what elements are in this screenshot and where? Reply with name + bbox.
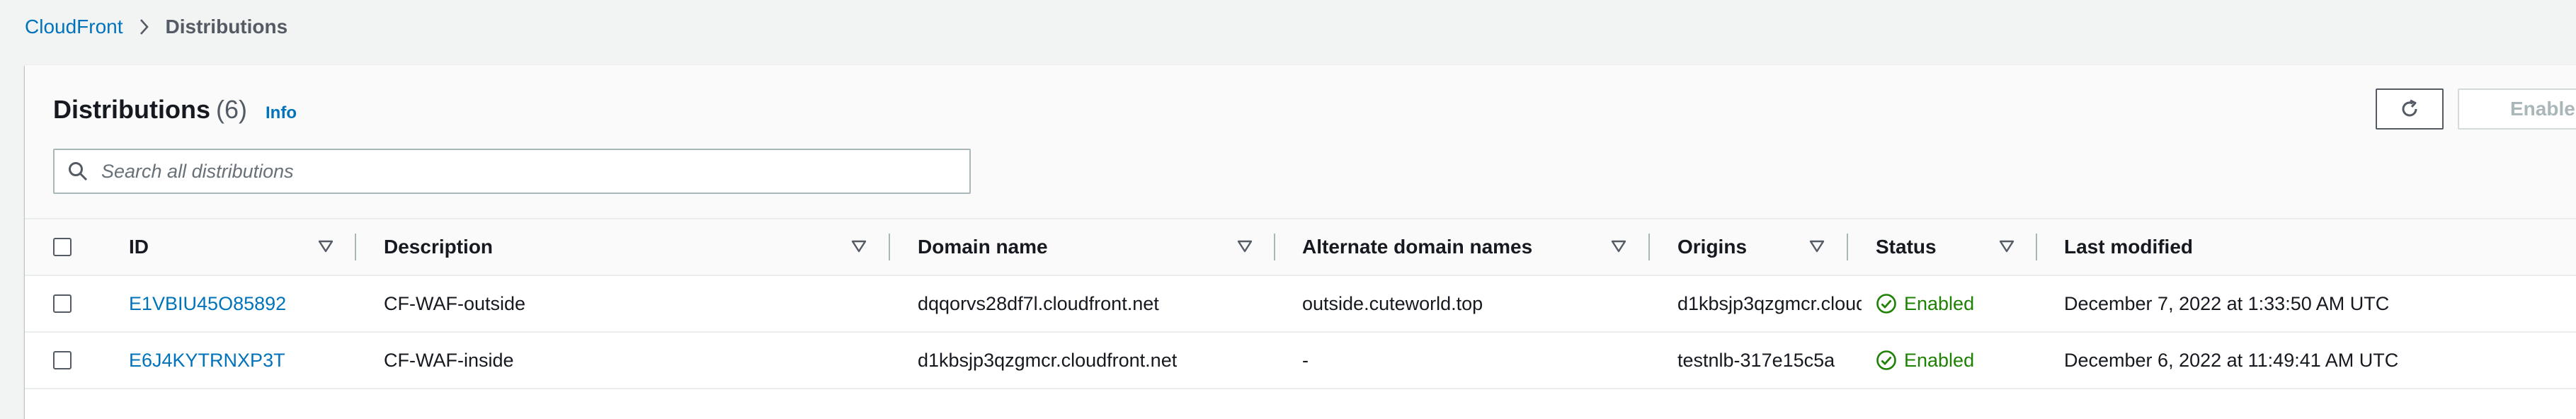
- column-divider[interactable]: [2036, 234, 2037, 260]
- origins-cell: d1kbsjp3qzgmcr.cloudfront.net: [1677, 292, 1862, 314]
- search-input[interactable]: [100, 159, 938, 183]
- domain-name-cell: dqqorvs28df7l.cloudfront.net: [918, 292, 1159, 314]
- chevron-right-icon: [139, 18, 150, 36]
- breadcrumb-cloudfront-link[interactable]: CloudFront: [25, 16, 123, 38]
- breadcrumb: CloudFront Distributions: [25, 14, 287, 40]
- check-circle-icon: [1876, 350, 1897, 371]
- search-icon: [67, 161, 89, 182]
- status-cell: Enabled: [1876, 276, 1974, 331]
- description-cell: CF-WAF-inside: [384, 349, 514, 371]
- page-title: Distributions (6) Info: [53, 95, 297, 125]
- status-text: Enabled: [1904, 349, 1975, 371]
- column-header-status[interactable]: Status: [1876, 219, 1937, 275]
- row-checkbox[interactable]: [53, 351, 72, 369]
- status-text: Enabled: [1904, 292, 1975, 314]
- title-text: Distributions: [53, 95, 210, 124]
- column-header-description[interactable]: Description: [384, 219, 493, 275]
- alternate-domain-cell: outside.cuteworld.top: [1302, 292, 1483, 314]
- sort-caret-down-icon[interactable]: [1237, 239, 1253, 257]
- table-header-row: ID Description Domain name Alternate dom…: [25, 219, 2576, 276]
- column-divider[interactable]: [889, 234, 890, 260]
- select-all-checkbox[interactable]: [53, 238, 72, 256]
- table-header-panel: Distributions (6) Info Enable: [25, 65, 2576, 219]
- status-cell: Enabled: [1876, 333, 1974, 388]
- distribution-id-link[interactable]: E6J4KYTRNXP3T: [129, 333, 285, 388]
- distribution-id-link[interactable]: E1VBIU45O85892: [129, 276, 286, 331]
- refresh-button[interactable]: [2376, 88, 2444, 130]
- breadcrumb-current: Distributions: [165, 16, 288, 38]
- alternate-domain-cell: -: [1302, 349, 1309, 371]
- distribution-count: (6): [216, 95, 247, 124]
- column-divider[interactable]: [1847, 234, 1848, 260]
- last-modified-cell: December 6, 2022 at 11:49:41 AM UTC: [2064, 349, 2399, 371]
- sort-caret-down-icon[interactable]: [1999, 239, 2014, 257]
- distributions-table-container: Distributions (6) Info Enable Search all…: [25, 65, 2576, 419]
- enable-button[interactable]: Enable: [2458, 88, 2576, 130]
- sort-caret-down-icon[interactable]: [1809, 239, 1825, 257]
- column-header-id[interactable]: ID: [129, 219, 149, 275]
- refresh-icon: [2398, 98, 2421, 120]
- column-header-last-modified[interactable]: Last modified: [2064, 219, 2193, 275]
- column-divider[interactable]: [355, 234, 356, 260]
- search-field[interactable]: [53, 149, 971, 194]
- info-link[interactable]: Info: [266, 103, 297, 123]
- column-header-origins[interactable]: Origins: [1677, 219, 1747, 275]
- last-modified-cell: December 7, 2022 at 1:33:50 AM UTC: [2064, 292, 2390, 314]
- column-divider[interactable]: [1274, 234, 1275, 260]
- description-cell: CF-WAF-outside: [384, 292, 526, 314]
- column-header-alternate-domain-names[interactable]: Alternate domain names: [1302, 219, 1532, 275]
- check-circle-icon: [1876, 293, 1897, 314]
- table-row[interactable]: E6J4KYTRNXP3T CF-WAF-inside d1kbsjp3qzgm…: [25, 333, 2576, 389]
- origins-cell: testnlb-317e15c5a: [1677, 349, 1835, 371]
- sort-caret-down-icon[interactable]: [318, 239, 334, 257]
- column-divider[interactable]: [1648, 234, 1650, 260]
- sort-caret-down-icon[interactable]: [1611, 239, 1626, 257]
- column-header-domain-name[interactable]: Domain name: [918, 219, 1048, 275]
- table-row[interactable]: E1VBIU45O85892 CF-WAF-outside dqqorvs28d…: [25, 276, 2576, 333]
- domain-name-cell: d1kbsjp3qzgmcr.cloudfront.net: [918, 349, 1178, 371]
- row-checkbox[interactable]: [53, 294, 72, 313]
- sort-caret-down-icon[interactable]: [851, 239, 867, 257]
